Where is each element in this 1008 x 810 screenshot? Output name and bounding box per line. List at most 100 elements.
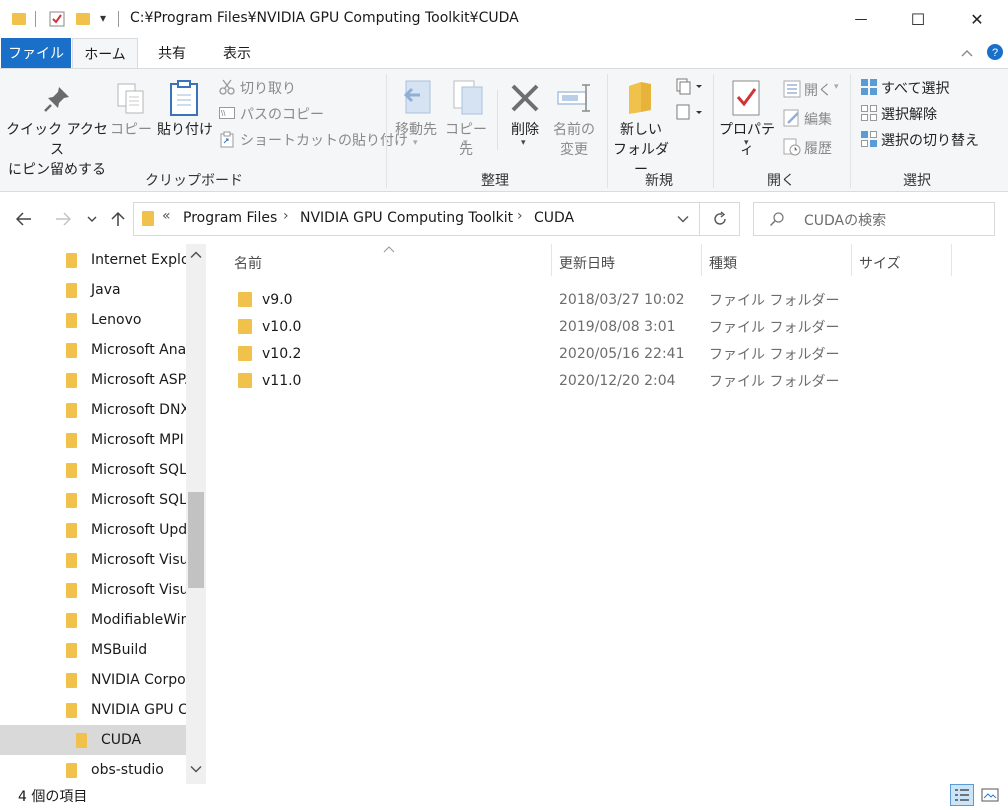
tab-view[interactable]: 表示: [208, 38, 266, 68]
easy-access-icon[interactable]: [674, 102, 704, 122]
move-to-button[interactable]: 移動先: [390, 120, 442, 140]
copy-path-button[interactable]: パスのコピー: [240, 104, 324, 124]
file-date: 2018/03/27 10:02: [559, 291, 685, 308]
invert-selection-button[interactable]: 選択の切り替え: [881, 130, 979, 150]
new-folder-icon[interactable]: [622, 78, 658, 118]
file-date: 2019/08/08 3:01: [559, 318, 676, 335]
nav-item[interactable]: NVIDIA Corporation: [0, 665, 186, 695]
maximize-button[interactable]: ☐: [895, 0, 941, 38]
paste-button[interactable]: 貼り付け: [156, 120, 214, 140]
file-row[interactable]: v9.0 2018/03/27 10:02 ファイル フォルダー: [226, 286, 839, 313]
divider: [497, 90, 498, 150]
history-icon: [782, 137, 802, 157]
paste-icon[interactable]: [166, 78, 202, 118]
rename-button[interactable]: 名前の 変更: [550, 120, 598, 160]
up-arrow-icon: [111, 211, 125, 226]
column-type[interactable]: 種類: [701, 250, 851, 276]
nav-item[interactable]: MSBuild: [0, 635, 186, 665]
tab-home[interactable]: ホーム: [72, 38, 138, 68]
search-input[interactable]: CUDAの検索: [804, 210, 886, 230]
column-size[interactable]: サイズ: [851, 250, 951, 276]
divider: [713, 74, 714, 188]
rename-icon[interactable]: [554, 78, 594, 118]
pin-quick-access-button[interactable]: クイック アクセス にピン留めする: [6, 120, 108, 180]
collapse-ribbon-icon[interactable]: [958, 44, 976, 62]
file-row[interactable]: v10.2 2020/05/16 22:41 ファイル フォルダー: [226, 340, 839, 367]
nav-item-label: NVIDIA Corporation: [91, 672, 186, 688]
nav-item[interactable]: Microsoft Analysis Services: [0, 335, 186, 365]
nav-item[interactable]: Microsoft Visual Studio 10.0: [0, 575, 186, 605]
nav-item[interactable]: ModifiableWindowsApps: [0, 605, 186, 635]
history-button[interactable]: 履歴: [804, 138, 832, 158]
nav-item[interactable]: Microsoft MPI: [0, 425, 186, 455]
nav-item[interactable]: Microsoft DNX: [0, 395, 186, 425]
new-item-icon[interactable]: [674, 76, 704, 96]
file-name: v10.0: [262, 318, 302, 335]
nav-item[interactable]: CUDA: [0, 725, 186, 755]
breadcrumb-separator-icon[interactable]: ›: [283, 208, 289, 224]
breadcrumb-nvidia-toolkit[interactable]: NVIDIA GPU Computing Toolkit: [300, 210, 513, 226]
select-none-button[interactable]: 選択解除: [881, 104, 937, 124]
properties-icon[interactable]: [728, 78, 764, 118]
delete-icon[interactable]: [506, 78, 544, 118]
copy-icon[interactable]: [114, 80, 148, 118]
nav-item[interactable]: Microsoft SQL Server: [0, 455, 186, 485]
scroll-up-icon[interactable]: [186, 246, 206, 264]
details-view-icon[interactable]: [950, 784, 974, 806]
nav-item[interactable]: Lenovo: [0, 305, 186, 335]
copy-button[interactable]: コピー: [110, 120, 152, 140]
scroll-thumb[interactable]: [188, 492, 204, 588]
open-icon: [782, 79, 802, 99]
breadcrumb-cuda[interactable]: CUDA: [534, 210, 574, 226]
back-button[interactable]: [10, 203, 38, 235]
nav-item[interactable]: obs-studio: [0, 755, 186, 785]
pin-icon[interactable]: [40, 82, 74, 116]
nav-item[interactable]: Microsoft SQL Server Compact Edition: [0, 485, 186, 515]
folder-icon: [66, 342, 77, 358]
breadcrumb-program-files[interactable]: Program Files: [183, 210, 277, 226]
recent-locations-button[interactable]: [80, 203, 104, 235]
file-row[interactable]: v11.0 2020/12/20 2:04 ファイル フォルダー: [226, 367, 839, 394]
help-icon[interactable]: ?: [986, 43, 1004, 61]
copy-path-icon: \\: [218, 105, 236, 121]
minimize-button[interactable]: —: [838, 0, 884, 38]
up-button[interactable]: [104, 203, 132, 235]
select-all-button[interactable]: すべて選択: [881, 78, 949, 98]
close-button[interactable]: ✕: [954, 0, 1000, 38]
delete-button[interactable]: 削除: [504, 120, 546, 140]
nav-item[interactable]: NVIDIA GPU Computing Toolkit: [0, 695, 186, 725]
large-icons-view-icon[interactable]: [978, 784, 1002, 806]
tab-file[interactable]: ファイル: [1, 38, 71, 68]
refresh-button[interactable]: [700, 202, 740, 236]
move-to-icon[interactable]: [398, 78, 438, 118]
breadcrumb-separator-icon[interactable]: ›: [517, 208, 523, 224]
copy-to-icon[interactable]: [448, 78, 488, 118]
file-row[interactable]: v10.0 2019/08/08 3:01 ファイル フォルダー: [226, 313, 839, 340]
properties-qat-icon[interactable]: [48, 10, 66, 28]
nav-item[interactable]: Java: [0, 275, 186, 305]
column-date-modified[interactable]: 更新日時: [551, 250, 701, 276]
nav-item[interactable]: Internet Explorer: [0, 245, 186, 275]
folder-icon: [142, 211, 154, 226]
scroll-down-icon[interactable]: [186, 760, 206, 778]
open-button[interactable]: 開く: [804, 80, 832, 100]
organize-group-label: 整理: [481, 173, 509, 189]
qat-dropdown-icon[interactable]: ▾: [100, 11, 106, 25]
tab-share[interactable]: 共有: [144, 38, 200, 68]
folder-icon: [66, 312, 77, 328]
nav-item[interactable]: Microsoft Update Health Tools: [0, 515, 186, 545]
nav-item[interactable]: Microsoft ASP.NET: [0, 365, 186, 395]
cut-button[interactable]: 切り取り: [240, 78, 296, 98]
address-dropdown-icon[interactable]: [674, 210, 692, 228]
divider[interactable]: [951, 244, 952, 276]
breadcrumb-overflow[interactable]: «: [162, 208, 171, 224]
nav-item[interactable]: Microsoft Visual Studio: [0, 545, 186, 575]
forward-button[interactable]: [49, 203, 77, 235]
file-type: ファイル フォルダー: [709, 292, 840, 309]
paste-shortcut-button[interactable]: ショートカットの貼り付け: [240, 130, 408, 150]
select-group-label: 選択: [903, 173, 931, 189]
column-name[interactable]: 名前: [226, 250, 551, 276]
new-folder-qat-icon[interactable]: [76, 13, 90, 25]
file-type: ファイル フォルダー: [709, 346, 840, 363]
edit-button[interactable]: 編集: [804, 109, 832, 129]
